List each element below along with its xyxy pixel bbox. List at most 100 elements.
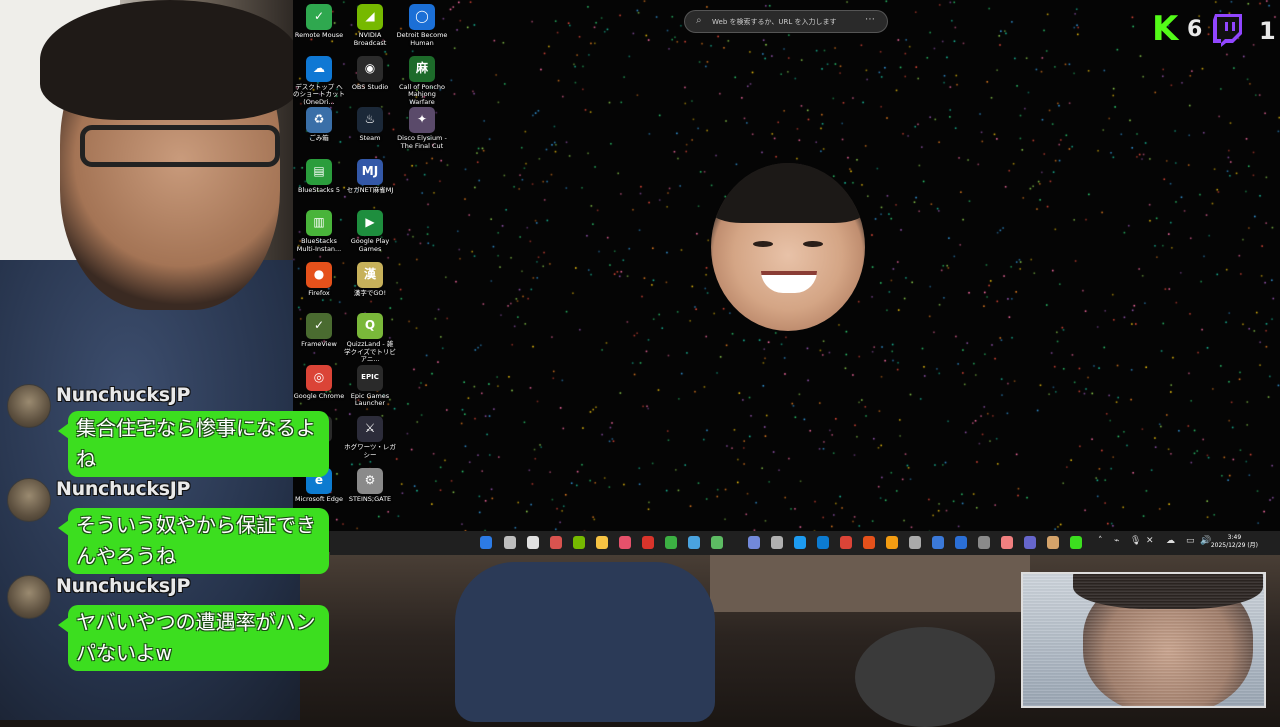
desktop-icon[interactable]: ● Firefox <box>293 260 345 298</box>
desktop-icon-label: BlueStacks 5 <box>298 185 340 194</box>
taskbar-app-icon[interactable] <box>840 536 852 549</box>
more-options-icon[interactable]: ⋯ <box>865 14 875 25</box>
desktop-icon[interactable]: Q QuizzLand - 雑学クイズでトリビアニ... <box>344 311 396 364</box>
taskbar-app-icon[interactable] <box>711 536 723 549</box>
app-icon: ▥ <box>306 210 332 236</box>
tray-date: 2025/12/29 (月) <box>1210 542 1258 549</box>
tray-display-icon[interactable]: ▭ <box>1186 536 1195 546</box>
face-bubble-eye <box>803 241 823 247</box>
app-icon: 麻 <box>409 55 435 82</box>
desktop-icon[interactable]: 麻 Call of Poncho Mahjong Warfare <box>396 54 448 107</box>
desktop-icon[interactable]: ✓ FrameView <box>293 311 345 349</box>
desktop-icon-label: BlueStacks Multi-Instan... <box>296 237 342 253</box>
tray-mic-icon[interactable]: 🎙 <box>1130 536 1141 546</box>
taskbar-app-icon[interactable] <box>909 536 921 549</box>
desktop-icon[interactable]: ◯ Detroit Become Human <box>396 2 448 47</box>
desktop-screen: ✓ Remote Mouse ◢ NVIDIA Broadcast ◯ Detroit B… <box>293 0 1280 531</box>
desktop-icon-label: NVIDIA Broadcast <box>353 31 387 47</box>
webcam-object <box>710 552 1030 612</box>
tray-volume-icon[interactable]: 🔊 <box>1200 536 1211 546</box>
desktop-icon[interactable]: ✓ Remote Mouse <box>293 2 345 40</box>
desktop-icon[interactable]: ⚔ ホグワーツ・レガシー <box>344 414 396 459</box>
taskbar-app-icon[interactable] <box>886 536 898 549</box>
desktop-icon[interactable]: ☁ デスクトップ へのショートカット (OneDri... <box>293 54 345 107</box>
desktop-icon-label: Disco Elysium - The Final Cut <box>397 134 447 150</box>
desktop-icon-label: QuizzLand - 雑学クイズでトリビアニ... <box>344 340 396 363</box>
desktop-icon[interactable]: ◎ Google Chrome <box>293 363 345 401</box>
desktop-icon[interactable]: ✦ Disco Elysium - The Final Cut <box>396 105 448 150</box>
desktop-icon[interactable]: ◢ NVIDIA Broadcast <box>344 2 396 47</box>
taskbar-app-icon[interactable] <box>978 536 990 549</box>
taskbar-app-icon[interactable] <box>1047 536 1059 549</box>
chat-username: NunchucksJP <box>56 478 191 500</box>
desktop-icon-label: Steam <box>359 134 381 142</box>
desktop-icon[interactable]: 漢漢字でGO! <box>344 260 396 298</box>
desktop-icon-label: Microsoft Edge <box>294 494 343 503</box>
chat-text: 集合住宅なら惨事になるよね <box>58 411 329 477</box>
guest-face-bubble <box>711 163 865 331</box>
taskbar-app-icon[interactable] <box>771 536 783 549</box>
desktop-icon[interactable]: EPIC Epic Games Launcher <box>344 363 396 408</box>
taskbar-app-icon[interactable] <box>1070 536 1082 549</box>
taskbar-app-icon[interactable] <box>955 536 967 549</box>
app-icon: EPIC <box>357 364 383 391</box>
taskbar-app-icon[interactable] <box>665 536 677 549</box>
desktop-icon[interactable]: ▥ BlueStacks Multi-Instan... <box>293 208 345 253</box>
desktop-icon-label: Firefox <box>308 288 330 297</box>
app-icon: 漢 <box>357 261 383 288</box>
taskbar-app-icon[interactable] <box>596 536 608 549</box>
guest-webcam <box>1021 572 1266 708</box>
desktop-icon[interactable]: ◉ OBS Studio <box>344 54 396 92</box>
app-icon: ♨ <box>357 107 383 133</box>
taskbar: ˄ ⌁ 🎙 ✕ ☁ ▭ 🔊 3:49 2025/12/29 (月) <box>330 531 1280 555</box>
taskbar-app-icon[interactable] <box>619 536 631 549</box>
search-placeholder: Web を検索するか、URL を入力します <box>712 18 837 26</box>
chat-username: NunchucksJP <box>56 384 191 406</box>
desktop-icon-label: Google Chrome <box>293 391 345 400</box>
app-icon: ◎ <box>306 364 332 391</box>
desktop-icon[interactable]: MJ セガNET麻雀MJ <box>344 157 396 195</box>
taskbar-app-icon[interactable] <box>932 536 944 549</box>
tray-close-icon[interactable]: ✕ <box>1146 536 1154 546</box>
app-icon: ◉ <box>357 55 383 82</box>
app-icon: ▶ <box>357 210 383 236</box>
taskbar-app-icon[interactable] <box>573 536 585 549</box>
desktop-icon[interactable]: ♻ ごみ箱 <box>293 105 345 143</box>
tray-network-icon[interactable]: ⌁ <box>1114 536 1119 546</box>
face-bubble-eye <box>753 241 773 247</box>
web-search-bar[interactable]: ⌕ Web を検索するか、URL を入力します ⋯ <box>684 10 888 33</box>
desktop-icon-label: STEINS;GATE <box>348 494 392 503</box>
taskbar-app-icon[interactable] <box>1024 536 1036 549</box>
desktop-icon[interactable]: ⚙ STEINS;GATE <box>344 466 396 504</box>
desktop-icon-label: Detroit Become Human <box>396 31 448 47</box>
desktop-icon[interactable]: ▤ BlueStacks 5 <box>293 157 345 195</box>
taskbar-app-icon[interactable] <box>550 536 562 549</box>
tray-chevron-icon[interactable]: ˄ <box>1098 536 1103 546</box>
app-icon: ☁ <box>306 55 332 82</box>
taskbar-app-icon[interactable] <box>527 536 539 549</box>
app-icon: MJ <box>357 158 383 185</box>
tray-clock[interactable]: 3:49 2025/12/29 (月) <box>1211 534 1258 550</box>
app-icon: ⚔ <box>357 416 383 442</box>
taskbar-app-icon[interactable] <box>688 536 700 549</box>
start-menu-icon[interactable] <box>480 536 492 549</box>
chat-username: NunchucksJP <box>56 575 191 597</box>
twitch-logo-icon <box>1212 13 1244 47</box>
app-icon: ▤ <box>306 158 332 185</box>
desktop-icon-label: Epic Games Launcher <box>350 391 390 407</box>
taskbar-app-icon[interactable] <box>1001 536 1013 549</box>
desktop-icon[interactable]: ▶ Google Play Games <box>344 208 396 253</box>
app-icon: ✓ <box>306 313 332 339</box>
taskbar-app-icon[interactable] <box>794 536 806 549</box>
taskbar-app-icon[interactable] <box>642 536 654 549</box>
app-icon: ✦ <box>409 107 435 133</box>
desktop-icon[interactable]: ♨ Steam <box>344 105 396 143</box>
taskbar-app-icon[interactable] <box>863 536 875 549</box>
desktop-icon-label: 漢字でGO! <box>353 288 387 297</box>
tray-cloud-icon[interactable]: ☁ <box>1166 536 1175 546</box>
taskbar-app-icon[interactable] <box>748 536 760 549</box>
webcam-arm <box>455 562 715 722</box>
taskbar-app-icon[interactable] <box>504 536 516 549</box>
taskbar-app-icon[interactable] <box>817 536 829 549</box>
app-icon: ● <box>306 261 332 288</box>
